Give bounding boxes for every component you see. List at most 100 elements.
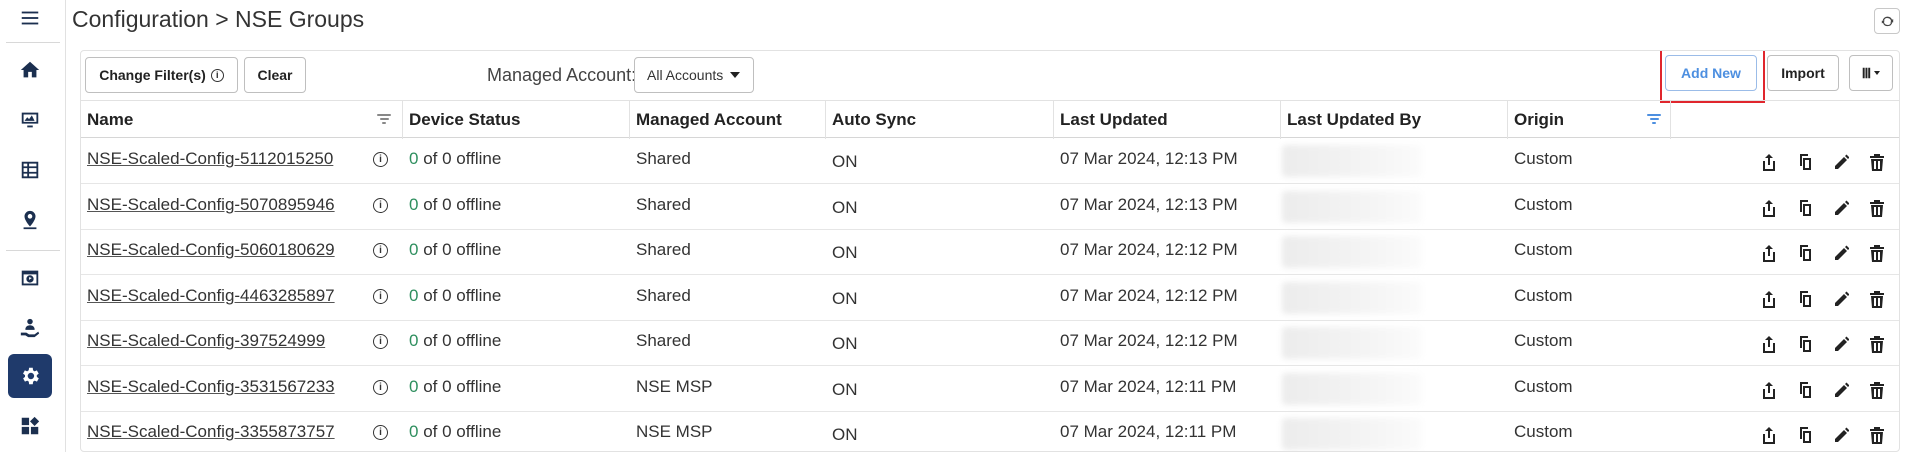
origin-cell: Custom <box>1514 422 1573 441</box>
copy-icon[interactable] <box>1797 290 1813 308</box>
origin-cell: Custom <box>1514 377 1573 396</box>
copy-icon[interactable] <box>1797 199 1813 217</box>
page-title: Configuration > NSE Groups <box>72 6 365 32</box>
last-updated-cell: 07 Mar 2024, 12:13 PM <box>1060 195 1238 214</box>
delete-trash-icon[interactable] <box>1869 426 1885 444</box>
info-icon[interactable]: i <box>373 289 388 304</box>
last-updated-by-redacted <box>1282 236 1422 268</box>
info-icon[interactable]: i <box>373 425 388 440</box>
device-status: 0 of 0 offline <box>409 331 502 350</box>
table-row[interactable]: NSE-Scaled-Config-5060180629 i 0 of 0 offl… <box>81 230 1899 275</box>
column-header-last-updated-by[interactable]: Last Updated By <box>1281 101 1508 139</box>
table-row[interactable]: NSE-Scaled-Config-5070895946 i 0 of 0 offl… <box>81 185 1899 230</box>
copy-icon[interactable] <box>1797 381 1813 399</box>
table-row[interactable]: NSE-Scaled-Config-3531567233 i 0 of 0 offl… <box>81 367 1899 412</box>
delete-trash-icon[interactable] <box>1869 153 1885 171</box>
menu-icon[interactable] <box>8 0 52 40</box>
column-header-managed-account[interactable]: Managed Account <box>630 101 826 139</box>
change-filters-button[interactable]: Change Filter(s) i <box>85 57 238 93</box>
clear-label: Clear <box>257 67 293 83</box>
column-header-auto-sync[interactable]: Auto Sync <box>826 101 1054 139</box>
table-row[interactable]: NSE-Scaled-Config-397524999 i 0 of 0 offli… <box>81 321 1899 366</box>
edit-pencil-icon[interactable] <box>1833 290 1850 308</box>
group-name-link[interactable]: NSE-Scaled-Config-397524999 <box>87 331 325 351</box>
group-name-link[interactable]: NSE-Scaled-Config-3531567233 <box>87 377 335 397</box>
last-updated-cell: 07 Mar 2024, 12:13 PM <box>1060 149 1238 168</box>
edit-pencil-icon[interactable] <box>1833 199 1850 217</box>
info-icon[interactable]: i <box>373 152 388 167</box>
columns-icon: Ⅲ <box>1861 64 1872 81</box>
edit-pencil-icon[interactable] <box>1833 426 1850 444</box>
export-icon[interactable] <box>1761 153 1777 171</box>
export-icon[interactable] <box>1761 381 1777 399</box>
refresh-button[interactable] <box>1874 8 1900 34</box>
table-row[interactable]: NSE-Scaled-Config-4463285897 i 0 of 0 offl… <box>81 276 1899 321</box>
column-header-device-status[interactable]: Device Status <box>403 101 630 139</box>
location-pin-icon[interactable] <box>8 198 52 242</box>
export-icon[interactable] <box>1761 199 1777 217</box>
device-status: 0 of 0 offline <box>409 240 502 259</box>
home-icon[interactable] <box>8 48 52 92</box>
origin-cell: Custom <box>1514 286 1573 305</box>
copy-icon[interactable] <box>1797 335 1813 353</box>
edit-pencil-icon[interactable] <box>1833 244 1850 262</box>
delete-trash-icon[interactable] <box>1869 199 1885 217</box>
delete-trash-icon[interactable] <box>1869 335 1885 353</box>
group-name-link[interactable]: NSE-Scaled-Config-5112015250 <box>87 149 333 169</box>
import-label: Import <box>1781 65 1825 81</box>
managed-account-value: All Accounts <box>647 67 724 83</box>
managed-account-select[interactable]: All Accounts <box>634 57 754 93</box>
managed-account-cell: NSE MSP <box>636 422 713 441</box>
column-picker-button[interactable]: Ⅲ <box>1849 55 1893 91</box>
export-icon[interactable] <box>1761 335 1777 353</box>
monitor-icon[interactable] <box>8 98 52 142</box>
filter-icon[interactable] <box>377 114 391 126</box>
add-new-button[interactable]: Add New <box>1665 55 1757 91</box>
column-header-name[interactable]: Name <box>81 101 403 139</box>
users-hand-icon[interactable] <box>8 306 52 350</box>
widgets-icon[interactable] <box>8 404 52 448</box>
group-name-link[interactable]: NSE-Scaled-Config-3355873757 <box>87 422 335 442</box>
info-icon[interactable]: i <box>373 198 388 213</box>
clear-button[interactable]: Clear <box>244 57 306 93</box>
managed-account-cell: Shared <box>636 331 691 350</box>
last-updated-cell: 07 Mar 2024, 12:11 PM <box>1060 422 1237 441</box>
edit-pencil-icon[interactable] <box>1833 153 1850 171</box>
group-name-link[interactable]: NSE-Scaled-Config-4463285897 <box>87 286 335 306</box>
gear-icon[interactable] <box>8 354 52 398</box>
delete-trash-icon[interactable] <box>1869 290 1885 308</box>
change-filters-label: Change Filter(s) <box>99 67 206 83</box>
table-row[interactable]: NSE-Scaled-Config-3355873757 i 0 of 0 offl… <box>81 412 1899 451</box>
info-icon[interactable]: i <box>373 380 388 395</box>
filter-active-icon[interactable] <box>1647 114 1661 126</box>
info-icon: i <box>210 68 224 82</box>
auto-sync-cell: ON <box>832 380 858 399</box>
delete-trash-icon[interactable] <box>1869 381 1885 399</box>
copy-icon[interactable] <box>1797 426 1813 444</box>
delete-trash-icon[interactable] <box>1869 244 1885 262</box>
table-icon[interactable] <box>8 148 52 192</box>
copy-icon[interactable] <box>1797 153 1813 171</box>
last-updated-cell: 07 Mar 2024, 12:11 PM <box>1060 377 1237 396</box>
edit-pencil-icon[interactable] <box>1833 335 1850 353</box>
dashboard-window-icon[interactable] <box>8 256 52 300</box>
chevron-down-icon <box>730 72 741 78</box>
managed-account-cell: Shared <box>636 195 691 214</box>
group-name-link[interactable]: NSE-Scaled-Config-5060180629 <box>87 240 335 260</box>
export-icon[interactable] <box>1761 290 1777 308</box>
managed-account-cell: Shared <box>636 240 691 259</box>
table-row[interactable]: NSE-Scaled-Config-5112015250 i 0 of 0 offl… <box>81 139 1899 184</box>
export-icon[interactable] <box>1761 244 1777 262</box>
copy-icon[interactable] <box>1797 244 1813 262</box>
column-header-origin[interactable]: Origin <box>1508 101 1671 139</box>
auto-sync-cell: ON <box>832 152 858 171</box>
group-name-link[interactable]: NSE-Scaled-Config-5070895946 <box>87 195 335 215</box>
edit-pencil-icon[interactable] <box>1833 381 1850 399</box>
column-header-last-updated[interactable]: Last Updated <box>1054 101 1281 139</box>
last-updated-by-redacted <box>1282 418 1422 450</box>
add-new-label: Add New <box>1681 65 1741 81</box>
info-icon[interactable]: i <box>373 243 388 258</box>
export-icon[interactable] <box>1761 426 1777 444</box>
import-button[interactable]: Import <box>1767 55 1839 91</box>
info-icon[interactable]: i <box>373 334 388 349</box>
